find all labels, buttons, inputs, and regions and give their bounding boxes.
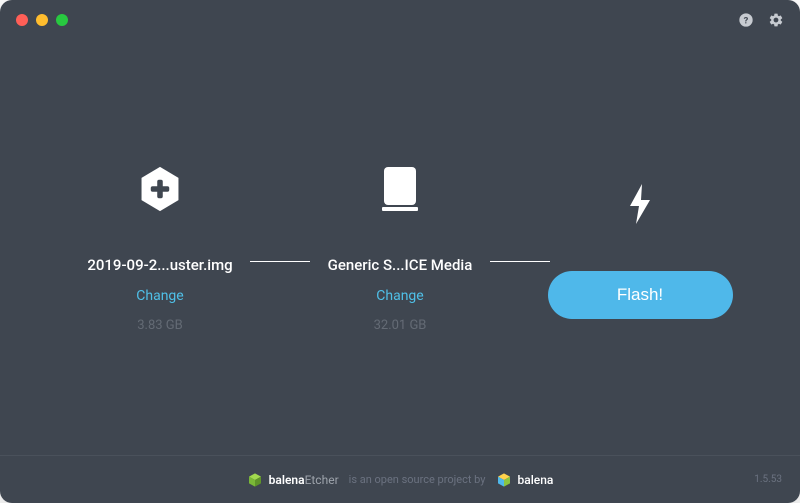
maximize-window-button[interactable] bbox=[56, 14, 68, 26]
plus-hexagon-icon bbox=[136, 165, 184, 213]
svg-text:?: ? bbox=[744, 15, 749, 26]
drive-name: Generic S...ICE Media bbox=[328, 256, 473, 274]
connector-line bbox=[490, 261, 550, 262]
step-drive: Generic S...ICE Media Change 32.01 GB bbox=[310, 162, 490, 333]
company-link[interactable]: balena bbox=[496, 472, 554, 488]
product-brand-part2: Etcher bbox=[305, 473, 339, 487]
change-image-link[interactable]: Change bbox=[136, 288, 183, 304]
drive-size: 32.01 GB bbox=[374, 318, 427, 333]
footer-tagline: is an open source project by bbox=[349, 473, 486, 486]
footer-center: balenaEtcher is an open source project b… bbox=[247, 472, 554, 488]
image-size: 3.83 GB bbox=[137, 318, 183, 333]
step-image: 2019-09-2...uster.img Change 3.83 GB bbox=[70, 162, 250, 333]
version-label: 1.5.53 bbox=[754, 474, 782, 485]
titlebar-actions: ? bbox=[738, 12, 784, 28]
product-cube-icon bbox=[247, 472, 263, 488]
flash-button[interactable]: Flash! bbox=[548, 271, 733, 319]
company-cube-icon bbox=[496, 472, 512, 488]
steps-container: 2019-09-2...uster.img Change 3.83 GB Gen… bbox=[70, 162, 730, 333]
company-name: balena bbox=[518, 473, 554, 487]
footer: balenaEtcher is an open source project b… bbox=[0, 455, 800, 503]
app-window: ? 2019-09-2...uster.img Change 3.83 GB bbox=[0, 0, 800, 503]
lightning-icon bbox=[616, 180, 664, 228]
step-flash: Flash! bbox=[550, 177, 730, 319]
titlebar: ? bbox=[0, 0, 800, 40]
image-filename: 2019-09-2...uster.img bbox=[87, 256, 232, 274]
product-brand-part1: balena bbox=[269, 473, 305, 487]
main-content: 2019-09-2...uster.img Change 3.83 GB Gen… bbox=[0, 40, 800, 455]
product-name[interactable]: balenaEtcher bbox=[247, 472, 339, 488]
minimize-window-button[interactable] bbox=[36, 14, 48, 26]
connector-line bbox=[250, 261, 310, 262]
change-drive-link[interactable]: Change bbox=[376, 288, 423, 304]
traffic-lights bbox=[16, 14, 68, 26]
drive-icon bbox=[376, 165, 424, 213]
help-icon[interactable]: ? bbox=[738, 12, 754, 28]
close-window-button[interactable] bbox=[16, 14, 28, 26]
gear-icon[interactable] bbox=[768, 12, 784, 28]
